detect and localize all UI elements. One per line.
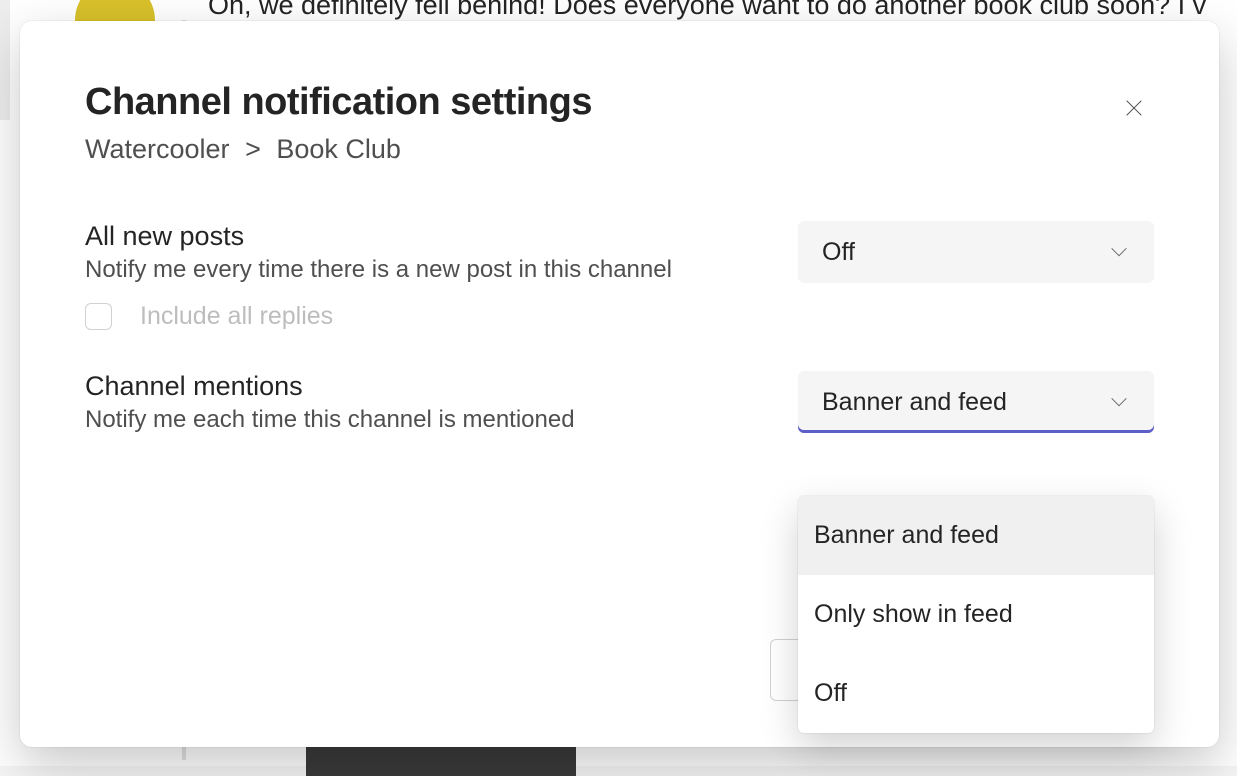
bg-image-preview bbox=[306, 746, 576, 776]
bg-sidebar-strip bbox=[0, 0, 10, 120]
setting-row-channel-mentions: Channel mentions Notify me each time thi… bbox=[85, 371, 1154, 434]
option-label: Off bbox=[814, 679, 847, 708]
dropdown-option-off[interactable]: Off bbox=[798, 654, 1154, 733]
chevron-down-icon bbox=[1108, 391, 1130, 413]
dropdown-option-only-show-in-feed[interactable]: Only show in feed bbox=[798, 575, 1154, 654]
channel-mentions-dropdown-menu: Banner and feed Only show in feed Off bbox=[798, 496, 1154, 733]
breadcrumb-separator: > bbox=[245, 134, 261, 164]
setting-description: Notify me each time this channel is ment… bbox=[85, 406, 575, 434]
close-button[interactable] bbox=[1114, 89, 1154, 129]
include-all-replies-checkbox-row: Include all replies bbox=[85, 302, 1154, 331]
dialog-title: Channel notification settings bbox=[85, 81, 592, 124]
all-new-posts-dropdown[interactable]: Off bbox=[798, 221, 1154, 283]
breadcrumb-team: Watercooler bbox=[85, 134, 230, 164]
dialog-header: Channel notification settings Watercoole… bbox=[85, 81, 1154, 165]
breadcrumb: Watercooler > Book Club bbox=[85, 134, 592, 165]
option-label: Banner and feed bbox=[814, 521, 999, 550]
dropdown-option-banner-and-feed[interactable]: Banner and feed bbox=[798, 496, 1154, 575]
channel-mentions-dropdown[interactable]: Banner and feed bbox=[798, 371, 1154, 433]
setting-label-channel-mentions: Channel mentions Notify me each time thi… bbox=[85, 371, 575, 434]
setting-title: All new posts bbox=[85, 221, 672, 252]
include-replies-checkbox[interactable] bbox=[85, 303, 112, 330]
dialog-body: All new posts Notify me every time there… bbox=[85, 221, 1154, 434]
bg-message-text: Oh, we definitely fell behind! Does ever… bbox=[208, 0, 1206, 21]
channel-notification-settings-dialog: Channel notification settings Watercoole… bbox=[20, 21, 1219, 747]
setting-label-all-new-posts: All new posts Notify me every time there… bbox=[85, 221, 672, 284]
dropdown-value: Off bbox=[822, 238, 855, 267]
option-label: Only show in feed bbox=[814, 600, 1013, 629]
dropdown-value: Banner and feed bbox=[822, 388, 1007, 417]
setting-description: Notify me every time there is a new post… bbox=[85, 256, 672, 284]
dialog-title-block: Channel notification settings Watercoole… bbox=[85, 81, 592, 165]
chevron-down-icon bbox=[1108, 241, 1130, 263]
setting-title: Channel mentions bbox=[85, 371, 575, 402]
breadcrumb-channel: Book Club bbox=[276, 134, 401, 164]
setting-row-all-new-posts: All new posts Notify me every time there… bbox=[85, 221, 1154, 284]
include-replies-label: Include all replies bbox=[140, 302, 333, 331]
close-icon bbox=[1123, 97, 1145, 122]
